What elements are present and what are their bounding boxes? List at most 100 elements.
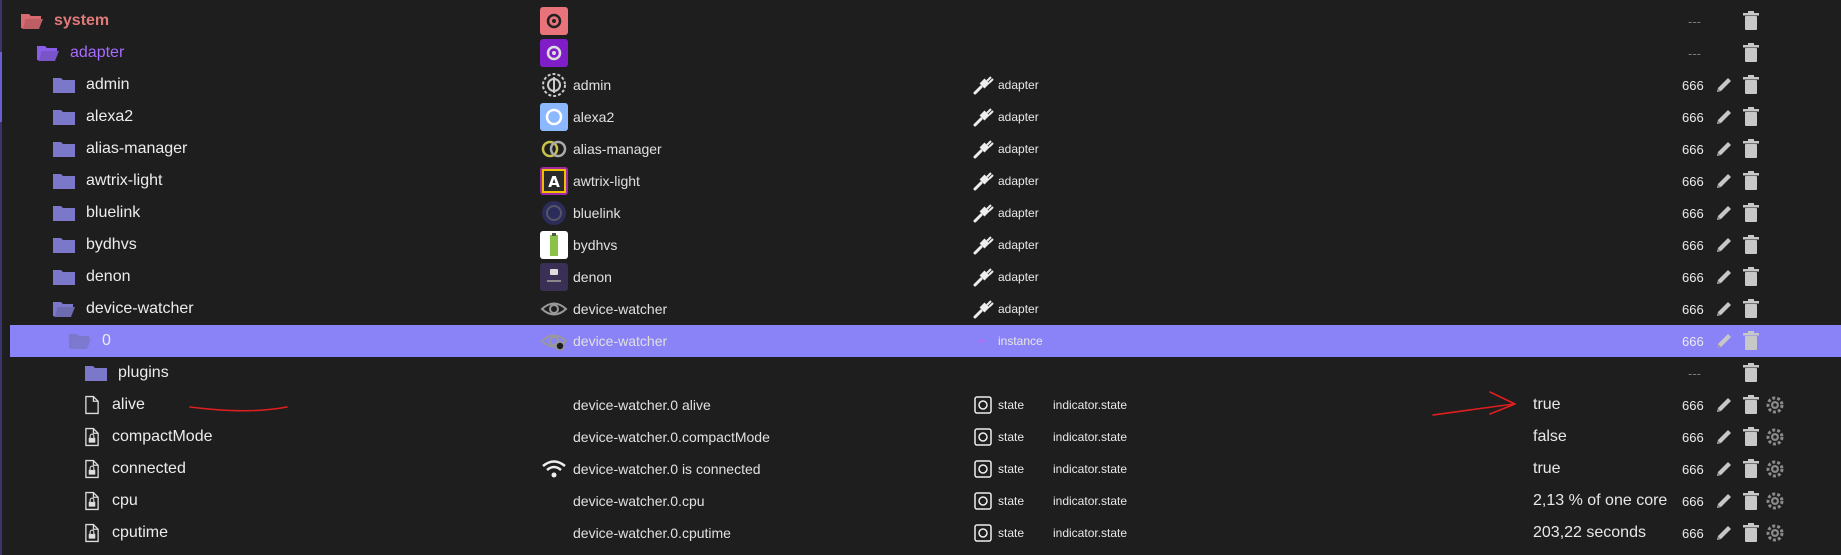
delete-button[interactable] bbox=[1740, 37, 1762, 69]
tree-row[interactable]: system --- bbox=[10, 5, 1841, 37]
row-name-cell[interactable]: device-watcher bbox=[52, 293, 194, 325]
delete-button[interactable] bbox=[1740, 197, 1762, 229]
tree-row[interactable]: bydhvs bydhvs adapter 666 bbox=[10, 229, 1841, 261]
row-value-cell[interactable]: true bbox=[1533, 389, 1561, 421]
row-name-label: alexa2 bbox=[86, 108, 134, 125]
edit-button[interactable] bbox=[1713, 293, 1735, 325]
row-name-cell[interactable]: system bbox=[20, 5, 109, 37]
tree-row[interactable]: adapter --- bbox=[10, 37, 1841, 69]
row-value-cell[interactable]: true bbox=[1533, 453, 1561, 485]
tree-row[interactable]: denon denon adapter 666 bbox=[10, 261, 1841, 293]
row-acl-cell: 666 bbox=[1682, 101, 1704, 133]
delete-button[interactable] bbox=[1740, 261, 1762, 293]
row-role-label: indicator.state bbox=[1053, 526, 1128, 540]
delete-button[interactable] bbox=[1740, 517, 1762, 549]
tree-row[interactable]: alive device-watcher.0 alive state indicato… bbox=[10, 389, 1841, 421]
settings-button[interactable] bbox=[1764, 389, 1786, 421]
delete-button[interactable] bbox=[1740, 101, 1762, 133]
delete-button[interactable] bbox=[1740, 421, 1762, 453]
row-name-cell[interactable]: alias-manager bbox=[52, 133, 187, 165]
edit-button[interactable] bbox=[1713, 325, 1735, 357]
plug-icon bbox=[973, 236, 994, 255]
edit-button[interactable] bbox=[1713, 389, 1735, 421]
edit-button[interactable] bbox=[1713, 229, 1735, 261]
delete-button[interactable] bbox=[1740, 293, 1762, 325]
row-value-cell[interactable]: 2,13 % of one core bbox=[1533, 485, 1667, 517]
tree-row[interactable]: bluelink bluelink adapter 666 bbox=[10, 197, 1841, 229]
edit-button[interactable] bbox=[1713, 69, 1735, 101]
row-name-cell[interactable]: admin bbox=[52, 69, 130, 101]
delete-button[interactable] bbox=[1740, 389, 1762, 421]
settings-button[interactable] bbox=[1764, 517, 1786, 549]
row-name-cell[interactable]: 0 bbox=[68, 325, 111, 357]
delete-button[interactable] bbox=[1740, 133, 1762, 165]
delete-button[interactable] bbox=[1740, 485, 1762, 517]
delete-button[interactable] bbox=[1740, 229, 1762, 261]
edit-button[interactable] bbox=[1713, 133, 1735, 165]
edit-button[interactable] bbox=[1713, 197, 1735, 229]
row-name-cell[interactable]: awtrix-light bbox=[52, 165, 162, 197]
tree-row[interactable]: connected device-watcher.0 is connected st… bbox=[10, 453, 1841, 485]
delete-button[interactable] bbox=[1740, 325, 1762, 357]
row-acl: 666 bbox=[1682, 333, 1704, 349]
edit-button[interactable] bbox=[1713, 421, 1735, 453]
edit-button[interactable] bbox=[1713, 453, 1735, 485]
delete-button[interactable] bbox=[1740, 453, 1762, 485]
row-name-cell[interactable]: denon bbox=[52, 261, 131, 293]
row-name-cell[interactable]: cputime bbox=[84, 517, 168, 549]
row-acl: --- bbox=[1688, 13, 1701, 29]
tree-row[interactable]: plugins --- bbox=[10, 357, 1841, 389]
plug-icon bbox=[973, 300, 994, 319]
row-name-cell[interactable]: alexa2 bbox=[52, 101, 133, 133]
row-acl-cell: 666 bbox=[1682, 325, 1704, 357]
row-acl-cell: 666 bbox=[1682, 69, 1704, 101]
delete-button[interactable] bbox=[1740, 165, 1762, 197]
tree-row[interactable]: 0 device-watcher instance 666 bbox=[10, 325, 1841, 357]
object-tree: system --- adapter --- admin admin adapter 666… bbox=[0, 0, 1841, 555]
row-name-cell[interactable]: connected bbox=[84, 453, 186, 485]
trash-icon bbox=[1743, 331, 1759, 350]
row-type-cell: adapter bbox=[972, 69, 1039, 101]
plug-icon bbox=[973, 76, 994, 95]
tree-row[interactable]: admin admin adapter 666 bbox=[10, 69, 1841, 101]
row-acl: --- bbox=[1688, 45, 1701, 61]
trash-icon bbox=[1743, 139, 1759, 158]
row-name-cell[interactable]: plugins bbox=[84, 357, 169, 389]
tree-row[interactable]: awtrix-light Aawtrix-light adapter 666 bbox=[10, 165, 1841, 197]
delete-button[interactable] bbox=[1740, 5, 1762, 37]
tree-row[interactable]: compactMode device-watcher.0.compactMode s… bbox=[10, 421, 1841, 453]
row-acl: 666 bbox=[1682, 429, 1704, 445]
tree-row[interactable]: alexa2 alexa2 adapter 666 bbox=[10, 101, 1841, 133]
row-acl: 666 bbox=[1682, 525, 1704, 541]
file-icon bbox=[85, 395, 99, 415]
settings-button[interactable] bbox=[1764, 421, 1786, 453]
tree-row[interactable]: cpu device-watcher.0.cpu state indicator.st… bbox=[10, 485, 1841, 517]
row-value-cell[interactable]: false bbox=[1533, 421, 1567, 453]
delete-button[interactable] bbox=[1740, 69, 1762, 101]
row-name-cell[interactable]: alive bbox=[84, 389, 145, 421]
plug-icon bbox=[973, 140, 994, 159]
edit-button[interactable] bbox=[1713, 165, 1735, 197]
edit-button[interactable] bbox=[1713, 485, 1735, 517]
row-object-name: bydhvs bbox=[573, 237, 618, 253]
edit-button[interactable] bbox=[1713, 517, 1735, 549]
settings-button[interactable] bbox=[1764, 485, 1786, 517]
tree-row[interactable]: alias-manager alias-manager adapter 666 bbox=[10, 133, 1841, 165]
row-name-cell[interactable]: bluelink bbox=[52, 197, 140, 229]
settings-button[interactable] bbox=[1764, 453, 1786, 485]
tree-row[interactable]: cputime device-watcher.0.cputime state indi… bbox=[10, 517, 1841, 549]
row-acl: 666 bbox=[1682, 493, 1704, 509]
row-object-cell: device-watcher.0.cpu bbox=[540, 485, 705, 517]
row-value-cell[interactable]: 203,22 seconds bbox=[1533, 517, 1646, 549]
row-name-cell[interactable]: compactMode bbox=[84, 421, 213, 453]
alias-manager-logo-icon bbox=[540, 135, 568, 163]
delete-button[interactable] bbox=[1740, 357, 1762, 389]
folder-open-icon bbox=[21, 14, 43, 29]
tree-row[interactable]: device-watcher device-watcher adapter 666 bbox=[10, 293, 1841, 325]
edit-button[interactable] bbox=[1713, 101, 1735, 133]
row-name-cell[interactable]: adapter bbox=[36, 37, 124, 69]
gear-icon bbox=[1766, 524, 1784, 542]
edit-button[interactable] bbox=[1713, 261, 1735, 293]
row-name-cell[interactable]: bydhvs bbox=[52, 229, 137, 261]
row-name-cell[interactable]: cpu bbox=[84, 485, 138, 517]
